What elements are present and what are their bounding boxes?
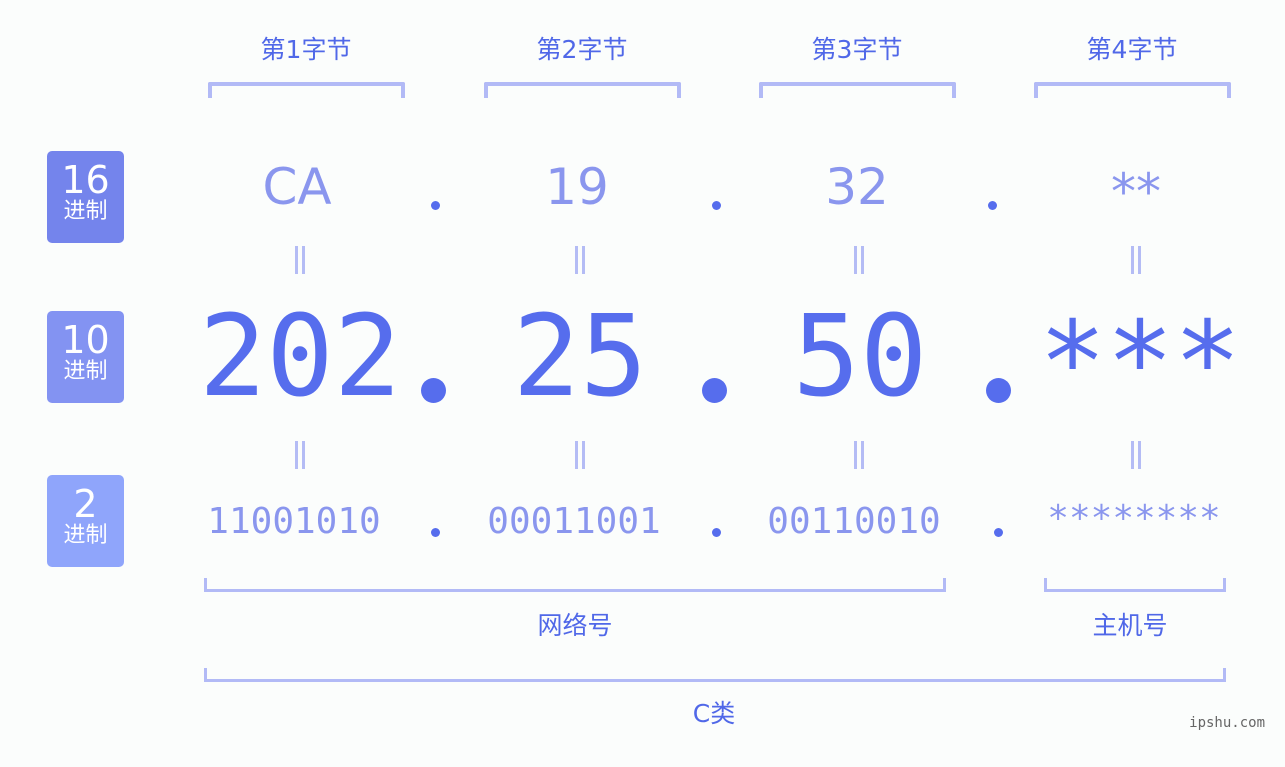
dec-badge-label: 进制 — [63, 359, 108, 384]
hex-badge-number: 16 — [61, 158, 110, 202]
class-label: C类 — [692, 699, 736, 728]
dec-dot-1 — [421, 378, 446, 403]
hex-dot-3 — [988, 201, 997, 210]
watermark: ipshu.com — [1189, 715, 1265, 731]
bin-badge-label: 进制 — [63, 523, 108, 548]
bin-dot-1 — [431, 528, 440, 537]
equals-marker — [849, 246, 869, 282]
network-bracket — [204, 578, 946, 592]
dec-dot-3 — [986, 378, 1011, 403]
hex-byte-2: 19 — [545, 158, 609, 216]
network-label: 网络号 — [537, 611, 613, 640]
dec-badge: 10 进制 — [47, 311, 124, 403]
equals-marker — [290, 441, 310, 477]
bin-dot-3 — [994, 528, 1003, 537]
byte-1-bracket — [208, 82, 405, 98]
bin-byte-3: 00110010 — [767, 501, 941, 542]
hex-byte-3: 32 — [825, 158, 889, 216]
hex-dot-2 — [712, 201, 721, 210]
hex-byte-4: ** — [1111, 163, 1161, 221]
equals-marker — [570, 246, 590, 282]
dec-byte-3: 50 — [792, 292, 928, 422]
dec-byte-1: 202 — [198, 292, 402, 422]
byte-2-bracket — [484, 82, 681, 98]
class-bracket — [204, 668, 1226, 682]
equals-marker — [570, 441, 590, 477]
byte-4-title: 第4字节 — [1086, 35, 1178, 64]
dec-badge-number: 10 — [61, 318, 110, 362]
bin-badge-number: 2 — [73, 482, 98, 526]
equals-marker — [290, 246, 310, 282]
bin-dot-2 — [712, 528, 721, 537]
host-bracket — [1044, 578, 1226, 592]
equals-marker — [849, 441, 869, 477]
dec-byte-2: 25 — [512, 292, 648, 422]
dec-dot-2 — [702, 378, 727, 403]
hex-dot-1 — [431, 201, 440, 210]
equals-marker — [1126, 441, 1146, 477]
bin-byte-2: 00011001 — [487, 501, 661, 542]
hex-badge-label: 进制 — [63, 199, 108, 224]
byte-4-bracket — [1034, 82, 1231, 98]
bin-byte-4: ******** — [1047, 498, 1221, 539]
byte-2-title: 第2字节 — [536, 35, 628, 64]
equals-marker — [1126, 246, 1146, 282]
hex-badge: 16 进制 — [47, 151, 124, 243]
bin-byte-1: 11001010 — [207, 501, 381, 542]
byte-3-bracket — [759, 82, 956, 98]
dec-byte-4: *** — [1038, 298, 1242, 428]
host-label: 主机号 — [1092, 611, 1168, 640]
bin-badge: 2 进制 — [47, 475, 124, 567]
byte-1-title: 第1字节 — [260, 35, 352, 64]
byte-3-title: 第3字节 — [811, 35, 903, 64]
hex-byte-1: CA — [262, 158, 332, 216]
